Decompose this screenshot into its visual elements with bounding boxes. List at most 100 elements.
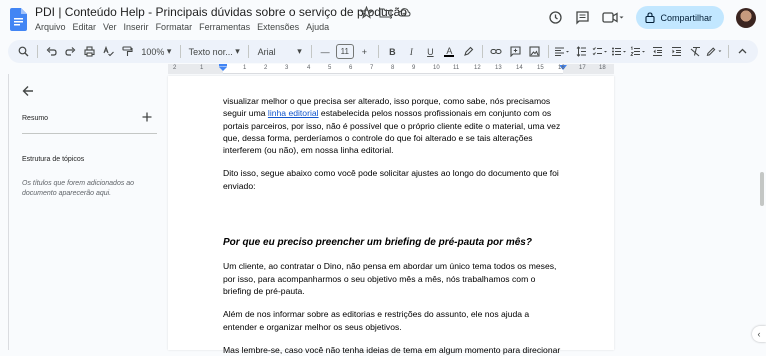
line-spacing-icon[interactable] xyxy=(573,43,590,60)
app-header: PDI | Conteúdo Help - Principais dúvidas… xyxy=(0,0,766,38)
toolbar-divider xyxy=(247,45,249,58)
account-avatar[interactable] xyxy=(736,7,756,28)
menu-arquivo[interactable]: Arquivo xyxy=(35,22,71,32)
ruler-number: 2 xyxy=(264,65,268,71)
google-docs-logo-icon[interactable] xyxy=(10,8,27,31)
toolbar-divider xyxy=(179,45,181,58)
menu-inserir[interactable]: Inserir xyxy=(124,22,154,32)
paint-format-icon[interactable] xyxy=(119,43,136,60)
add-comment-icon[interactable] xyxy=(507,43,524,60)
zoom-value: 100% xyxy=(141,46,165,57)
outline-title: Estrutura de tópicos xyxy=(22,156,85,163)
ruler-number: 13 xyxy=(495,65,502,71)
font-size-field[interactable]: 11 xyxy=(335,44,354,59)
ruler-number: 6 xyxy=(349,65,353,71)
toolbar-divider xyxy=(310,45,312,58)
menu-extensoes[interactable]: Extensões xyxy=(257,22,304,32)
lock-icon xyxy=(645,12,656,23)
star-icon[interactable] xyxy=(360,6,373,19)
font-size-field-wrap: 11 xyxy=(335,43,354,60)
decrease-font-size-button[interactable]: — xyxy=(317,43,334,60)
horizontal-ruler[interactable]: 2 1 1 2 3 4 5 6 7 8 9 10 11 12 13 14 15 … xyxy=(168,64,614,74)
toolbar-divider xyxy=(728,45,729,58)
highlight-color-icon[interactable] xyxy=(460,43,477,60)
font-value: Arial xyxy=(257,46,276,57)
scrollbar-thumb[interactable] xyxy=(760,172,764,206)
cloud-saved-icon[interactable] xyxy=(398,6,411,19)
clear-formatting-icon[interactable] xyxy=(687,43,704,60)
add-summary-plus-icon[interactable] xyxy=(142,111,152,125)
ruler-number: 9 xyxy=(412,65,416,71)
side-panel-chevron-left-icon[interactable]: ‹ xyxy=(752,326,766,342)
paragraph: Além de nos informar sobre as editorias … xyxy=(223,309,530,332)
document-page[interactable]: visualizar melhor o que precisa ser alte… xyxy=(168,76,614,355)
checklist-icon[interactable] xyxy=(592,43,609,60)
comments-icon[interactable] xyxy=(575,10,590,25)
document-title[interactable]: PDI | Conteúdo Help - Principais dúvidas… xyxy=(35,5,407,19)
ruler-number: 2 xyxy=(173,65,177,71)
vertical-ruler[interactable] xyxy=(0,74,9,350)
ruler-number: 11 xyxy=(453,65,460,71)
style-value: Texto nor... xyxy=(188,46,233,57)
paragraph: Um cliente, ao contratar o Dino, não pen… xyxy=(223,261,557,296)
ruler-number: 1 xyxy=(243,65,247,71)
title-actions xyxy=(360,6,411,19)
ruler-number: 14 xyxy=(516,65,523,71)
search-menus-icon[interactable] xyxy=(15,43,32,60)
ruler-number: 12 xyxy=(474,65,481,71)
editorial-line-link[interactable]: linha editorial xyxy=(268,108,319,118)
menu-formatar[interactable]: Formatar xyxy=(156,22,198,32)
italic-icon[interactable]: I xyxy=(403,43,420,60)
document-body[interactable]: visualizar melhor o que precisa ser alte… xyxy=(223,95,563,356)
ruler-number: 3 xyxy=(285,65,289,71)
ruler-number: 7 xyxy=(370,65,374,71)
decrease-indent-icon[interactable] xyxy=(649,43,666,60)
insert-image-icon[interactable] xyxy=(526,43,543,60)
editing-mode-icon[interactable] xyxy=(706,43,723,60)
back-arrow-icon[interactable] xyxy=(22,84,34,100)
menu-ajuda[interactable]: Ajuda xyxy=(306,22,334,32)
ruler-number: 10 xyxy=(433,65,440,71)
print-icon[interactable] xyxy=(81,43,98,60)
paragraph: Dito isso, segue abaixo como você pode s… xyxy=(223,168,559,191)
document-outline-sidebar: Resumo Estrutura de tópicos Os títulos q… xyxy=(12,76,162,350)
menu-editar[interactable]: Editar xyxy=(73,22,102,32)
zoom-select[interactable]: 100% ▾ xyxy=(138,43,175,60)
redo-icon[interactable] xyxy=(62,43,79,60)
bold-icon[interactable]: B xyxy=(384,43,401,60)
ruler-number: 1 xyxy=(200,65,204,71)
history-icon[interactable] xyxy=(548,10,563,25)
move-folder-icon[interactable] xyxy=(379,6,392,19)
font-select[interactable]: Arial ▾ xyxy=(254,43,306,60)
meet-video-icon[interactable] xyxy=(602,10,624,25)
menu-bar: Arquivo Editar Ver Inserir Formatar Ferr… xyxy=(35,22,336,32)
style-select[interactable]: Texto nor... ▾ xyxy=(186,43,243,60)
ruler-number: 8 xyxy=(391,65,395,71)
numbered-list-icon[interactable] xyxy=(630,43,647,60)
bulleted-list-icon[interactable] xyxy=(611,43,628,60)
menu-ver[interactable]: Ver xyxy=(103,22,122,32)
share-button-label: Compartilhar xyxy=(660,12,712,23)
increase-indent-icon[interactable] xyxy=(668,43,685,60)
undo-icon[interactable] xyxy=(43,43,60,60)
underline-icon[interactable]: U xyxy=(422,43,439,60)
spellcheck-icon[interactable] xyxy=(100,43,117,60)
ruler-number: 17 xyxy=(579,65,586,71)
toolbar-divider xyxy=(377,45,379,58)
align-icon[interactable] xyxy=(554,43,571,60)
ruler-number: 18 xyxy=(599,65,606,71)
menu-ferramentas[interactable]: Ferramentas xyxy=(199,22,255,32)
share-button[interactable]: Compartilhar xyxy=(636,6,724,29)
toolbar-divider xyxy=(37,45,38,58)
ruler-number: 16 xyxy=(558,65,565,71)
insert-link-icon[interactable] xyxy=(488,43,505,60)
section-heading: Por que eu preciso preencher um briefing… xyxy=(223,237,532,249)
toolbar-divider xyxy=(481,45,483,58)
indent-marker-icon[interactable] xyxy=(219,64,227,72)
increase-font-size-button[interactable]: + xyxy=(356,43,373,60)
outline-empty-hint: Os títulos que forem adicionados ao docu… xyxy=(22,180,135,197)
ruler-right-margin xyxy=(563,64,614,74)
ruler-number: 5 xyxy=(328,65,332,71)
text-color-icon[interactable]: A xyxy=(441,43,458,60)
hide-menus-chevron-up-icon[interactable] xyxy=(734,43,751,60)
